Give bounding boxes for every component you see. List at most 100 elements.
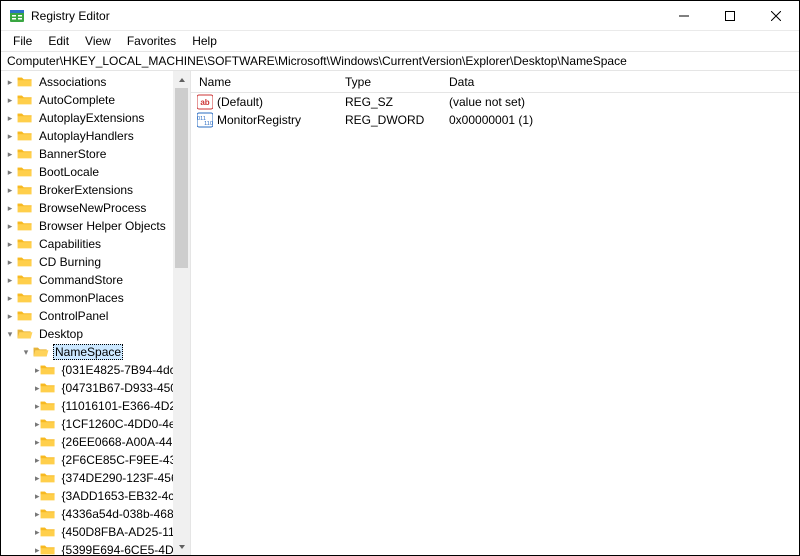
tree-expander-icon[interactable]: ▸ <box>3 77 17 88</box>
tree-item-guid[interactable]: ▸ {450D8FBA-AD25-11D0-9 <box>1 523 173 541</box>
tree-item-label: BannerStore <box>37 147 108 161</box>
tree-expander-icon[interactable]: ▸ <box>3 311 17 322</box>
tree-item-label: {1CF1260C-4DD0-4ebb-8 <box>60 417 173 431</box>
tree-item-label: {2F6CE85C-F9EE-43CA-9 <box>60 453 173 467</box>
value-row[interactable]: MonitorRegistry REG_DWORD 0x00000001 (1) <box>191 111 799 129</box>
close-button[interactable] <box>753 1 799 31</box>
tree-expander-icon[interactable]: ▸ <box>3 167 17 178</box>
tree-item-label: Associations <box>37 75 108 89</box>
folder-icon <box>17 165 33 179</box>
string-value-icon <box>197 94 213 110</box>
tree-scrollbar[interactable] <box>173 71 190 555</box>
tree-expander-icon[interactable]: ▾ <box>3 329 17 340</box>
tree-item-key[interactable]: ▸ ControlPanel <box>1 307 173 325</box>
folder-icon <box>40 489 56 503</box>
value-data: 0x00000001 (1) <box>441 113 799 127</box>
tree-item-label: BrowseNewProcess <box>37 201 148 215</box>
minimize-button[interactable] <box>661 1 707 31</box>
tree-expander-icon[interactable]: ▸ <box>3 257 17 268</box>
tree-expander-icon[interactable]: ▸ <box>3 203 17 214</box>
scroll-track[interactable] <box>173 88 190 538</box>
value-rows: (Default) REG_SZ (value not set) Monitor… <box>191 93 799 555</box>
folder-icon <box>17 327 33 341</box>
tree-item-guid[interactable]: ▸ {3ADD1653-EB32-4cb0-B <box>1 487 173 505</box>
tree-item-key[interactable]: ▸ AutoplayHandlers <box>1 127 173 145</box>
folder-icon <box>40 381 56 395</box>
tree-expander-icon[interactable]: ▸ <box>3 149 17 160</box>
column-header-data[interactable]: Data <box>441 75 799 89</box>
tree-item-label: Browser Helper Objects <box>37 219 168 233</box>
tree-item-label: AutoComplete <box>37 93 117 107</box>
tree-item-label: BootLocale <box>37 165 101 179</box>
folder-icon <box>17 111 33 125</box>
tree-expander-icon[interactable]: ▸ <box>3 131 17 142</box>
tree-item-guid[interactable]: ▸ {2F6CE85C-F9EE-43CA-9 <box>1 451 173 469</box>
folder-icon <box>40 399 56 413</box>
menu-file[interactable]: File <box>5 32 40 50</box>
tree-item-key[interactable]: ▸ BrowseNewProcess <box>1 199 173 217</box>
scroll-down-button[interactable] <box>173 538 190 555</box>
folder-icon <box>40 525 56 539</box>
scroll-thumb[interactable] <box>175 88 188 268</box>
tree-expander-icon[interactable]: ▸ <box>3 95 17 106</box>
tree-item-key[interactable]: ▸ Associations <box>1 73 173 91</box>
title-bar: Registry Editor <box>1 1 799 31</box>
tree-scroll[interactable]: ▸ Associations ▸ AutoComplete ▸ Autoplay… <box>1 71 173 555</box>
tree-expander-icon[interactable]: ▸ <box>3 293 17 304</box>
tree-item-guid[interactable]: ▸ {11016101-E366-4D22-BC <box>1 397 173 415</box>
tree-expander-icon[interactable]: ▸ <box>3 221 17 232</box>
tree-expander-icon[interactable]: ▸ <box>3 275 17 286</box>
tree-expander-icon[interactable]: ▸ <box>3 113 17 124</box>
value-row[interactable]: (Default) REG_SZ (value not set) <box>191 93 799 111</box>
tree-item-key[interactable]: ▸ Capabilities <box>1 235 173 253</box>
tree-item-guid[interactable]: ▸ {4336a54d-038b-4685-ab <box>1 505 173 523</box>
menu-view[interactable]: View <box>77 32 119 50</box>
folder-icon <box>40 435 56 449</box>
menu-help[interactable]: Help <box>184 32 225 50</box>
tree-item-label: Capabilities <box>37 237 103 251</box>
tree-item-guid[interactable]: ▸ {5399E694-6CE5-4D6C-8 <box>1 541 173 555</box>
tree-item-key[interactable]: ▸ CommandStore <box>1 271 173 289</box>
folder-icon <box>17 273 33 287</box>
folder-icon <box>33 345 49 359</box>
tree-item-key[interactable]: ▸ BrokerExtensions <box>1 181 173 199</box>
folder-icon <box>17 129 33 143</box>
dword-value-icon <box>197 112 213 128</box>
column-header-name[interactable]: Name <box>191 75 337 89</box>
tree-expander-icon[interactable]: ▸ <box>3 185 17 196</box>
value-data: (value not set) <box>441 95 799 109</box>
tree-item-key[interactable]: ▸ CD Burning <box>1 253 173 271</box>
scroll-up-button[interactable] <box>173 71 190 88</box>
tree-item-label: AutoplayHandlers <box>37 129 136 143</box>
tree-item-guid[interactable]: ▸ {374DE290-123F-4565-91 <box>1 469 173 487</box>
menu-bar: File Edit View Favorites Help <box>1 31 799 51</box>
tree-item-guid[interactable]: ▸ {031E4825-7B94-4dc3-B1 <box>1 361 173 379</box>
tree-item-key[interactable]: ▸ AutoComplete <box>1 91 173 109</box>
window-title: Registry Editor <box>31 9 110 23</box>
tree-expander-icon[interactable]: ▸ <box>3 239 17 250</box>
tree-item-label: AutoplayExtensions <box>37 111 146 125</box>
menu-favorites[interactable]: Favorites <box>119 32 184 50</box>
tree-item-desktop[interactable]: ▾ Desktop <box>1 325 173 343</box>
tree-item-namespace[interactable]: ▾ NameSpace <box>1 343 173 361</box>
tree-item-label: Desktop <box>37 327 85 341</box>
tree-item-guid[interactable]: ▸ {04731B67-D933-450a-90 <box>1 379 173 397</box>
tree-item-guid[interactable]: ▸ {26EE0668-A00A-44D7-93 <box>1 433 173 451</box>
tree-item-label: {4336a54d-038b-4685-ab <box>60 507 173 521</box>
tree-expander-icon[interactable]: ▾ <box>19 347 33 358</box>
tree-item-guid[interactable]: ▸ {1CF1260C-4DD0-4ebb-8 <box>1 415 173 433</box>
registry-editor-window: Registry Editor File Edit View Favorites… <box>0 0 800 556</box>
tree-item-label: BrokerExtensions <box>37 183 135 197</box>
tree-item-key[interactable]: ▸ BannerStore <box>1 145 173 163</box>
column-header-type[interactable]: Type <box>337 75 441 89</box>
tree-item-key[interactable]: ▸ Browser Helper Objects <box>1 217 173 235</box>
tree-item-label: {5399E694-6CE5-4D6C-8 <box>60 543 173 555</box>
menu-edit[interactable]: Edit <box>40 32 77 50</box>
tree-item-key[interactable]: ▸ CommonPlaces <box>1 289 173 307</box>
address-bar[interactable]: Computer\HKEY_LOCAL_MACHINE\SOFTWARE\Mic… <box>1 51 799 71</box>
tree-item-key[interactable]: ▸ AutoplayExtensions <box>1 109 173 127</box>
value-name: MonitorRegistry <box>217 113 301 127</box>
tree-item-key[interactable]: ▸ BootLocale <box>1 163 173 181</box>
folder-icon <box>40 417 56 431</box>
maximize-button[interactable] <box>707 1 753 31</box>
